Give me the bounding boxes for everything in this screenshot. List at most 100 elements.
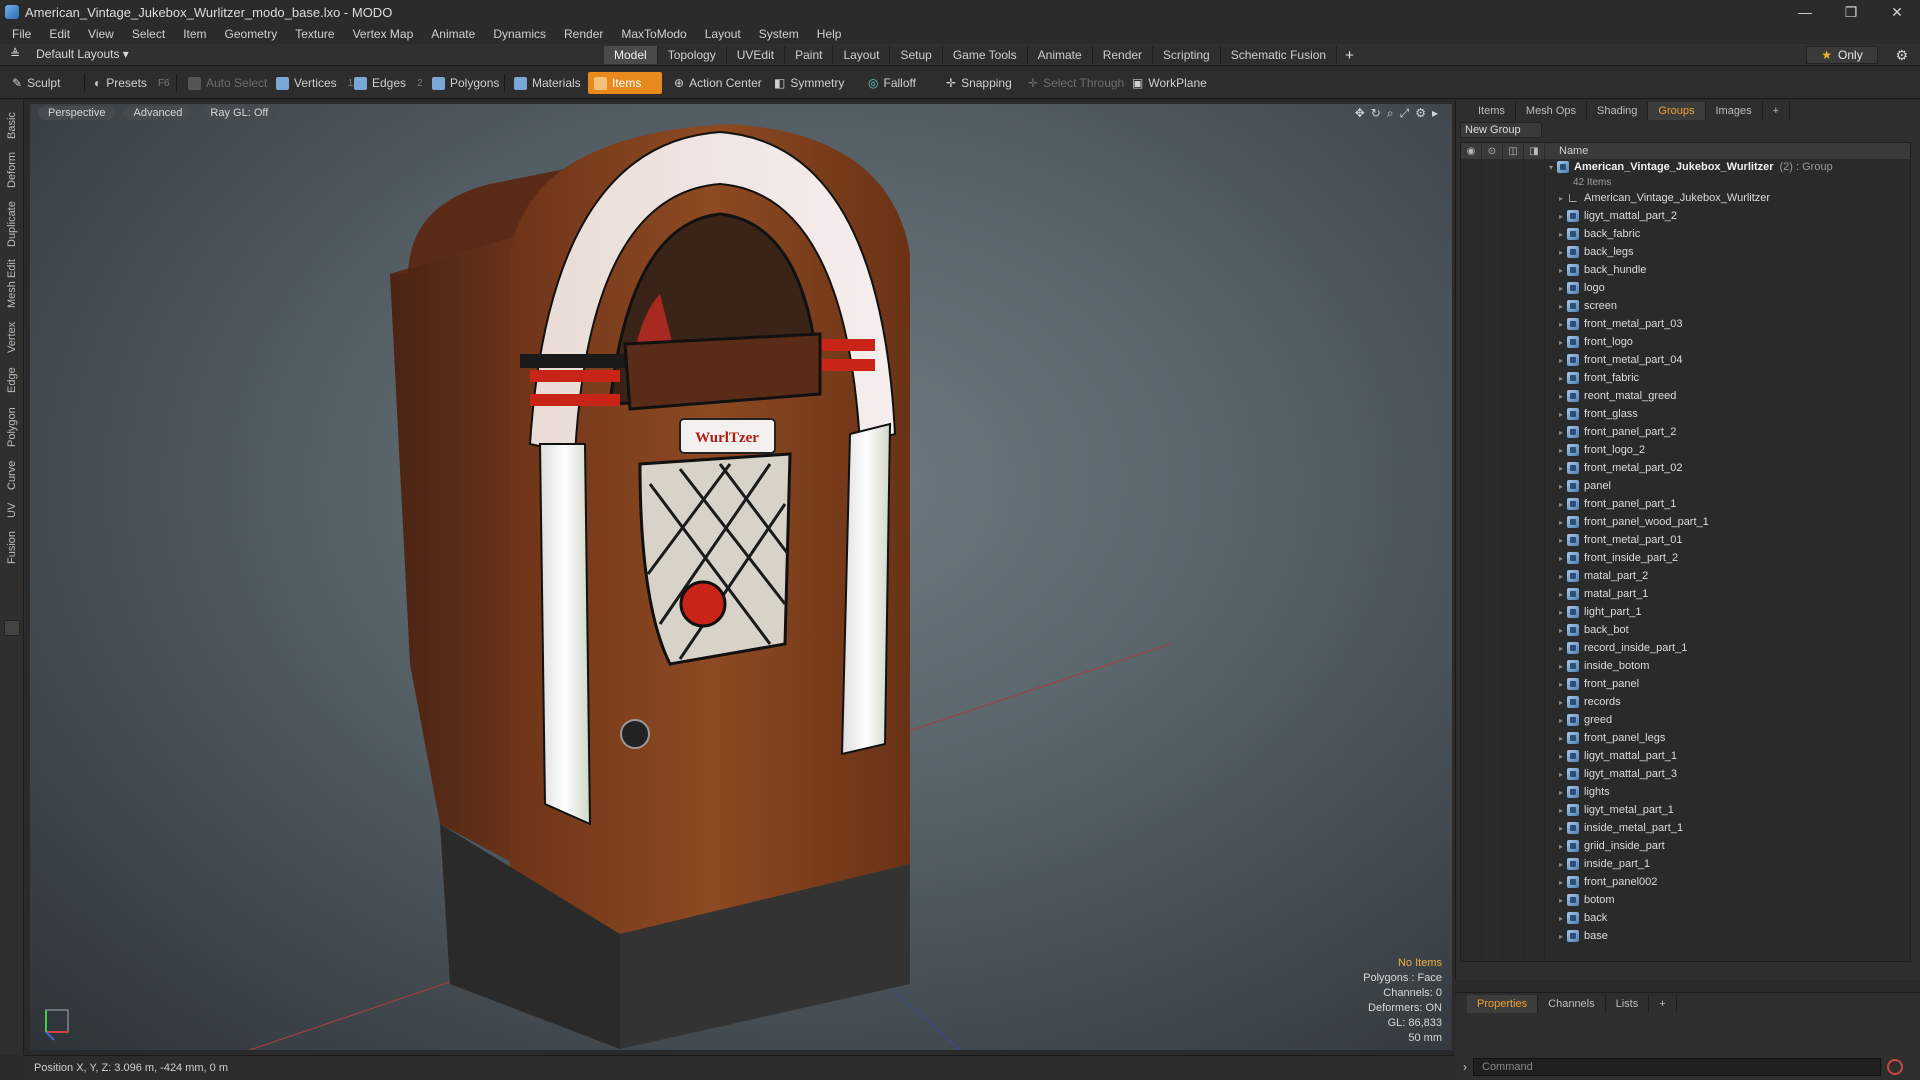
menu-help[interactable]: Help (817, 27, 852, 41)
expand-arrow-icon[interactable]: ▸ (1555, 824, 1567, 833)
list-item[interactable]: ▸ ligyt_mattal_part_2 (1545, 207, 1905, 225)
list-item[interactable]: ▸ ligyt_mattal_part_3 (1545, 765, 1905, 783)
expand-arrow-icon[interactable]: ▸ (1555, 536, 1567, 545)
list-item[interactable]: ▸ ligyt_metal_part_1 (1545, 801, 1905, 819)
add-properties-tab-icon[interactable]: + (1649, 995, 1677, 1013)
add-panel-tab-icon[interactable]: + (1763, 102, 1791, 120)
left-tab-uv[interactable]: UV (2, 498, 22, 522)
expand-arrow-icon[interactable]: ▸ (1555, 878, 1567, 887)
expand-arrow-icon[interactable]: ▸ (1555, 248, 1567, 257)
collapse-icon[interactable]: ≜ (10, 47, 20, 61)
menu-system[interactable]: System (759, 27, 809, 41)
vertices-button[interactable]: Vertices 1 (270, 72, 359, 94)
list-item[interactable]: ▸ matal_part_1 (1545, 585, 1905, 603)
left-tab-fusion[interactable]: Fusion (2, 526, 22, 568)
menu-file[interactable]: File (12, 27, 41, 41)
expand-arrow-icon[interactable]: ▸ (1555, 338, 1567, 347)
maximize-button[interactable]: ❐ (1828, 0, 1874, 24)
expand-arrow-icon[interactable]: ▸ (1555, 914, 1567, 923)
list-item[interactable]: ▸ griid_inside_part (1545, 837, 1905, 855)
list-item[interactable]: ▸ front_metal_part_01 (1545, 531, 1905, 549)
command-stop-icon[interactable] (1887, 1059, 1903, 1075)
expand-arrow-icon[interactable]: ▸ (1555, 788, 1567, 797)
expand-arrow-icon[interactable]: ▸ (1555, 446, 1567, 455)
list-item[interactable]: ▸ front_fabric (1545, 369, 1905, 387)
list-item[interactable]: ▸ front_panel (1545, 675, 1905, 693)
list-item[interactable]: ▸ American_Vintage_Jukebox_Wurlitzer (1545, 189, 1905, 207)
viewport-expand-icon[interactable]: ▸ (1432, 106, 1438, 121)
left-tab-deform[interactable]: Deform (2, 148, 22, 192)
expand-arrow-icon[interactable]: ▾ (1545, 163, 1557, 172)
expand-arrow-icon[interactable]: ▸ (1555, 482, 1567, 491)
list-item[interactable]: ▸ front_panel002 (1545, 873, 1905, 891)
new-group-button[interactable]: New Group (1460, 122, 1542, 138)
expand-arrow-icon[interactable]: ▸ (1555, 734, 1567, 743)
expand-arrow-icon[interactable]: ▸ (1555, 500, 1567, 509)
expand-arrow-icon[interactable]: ▸ (1555, 860, 1567, 869)
workplane-button[interactable]: ▣ WorkPlane (1126, 72, 1213, 94)
left-tab-basic[interactable]: Basic (2, 106, 22, 146)
expand-arrow-icon[interactable]: ▸ (1555, 518, 1567, 527)
raygl-button[interactable]: Ray GL: Off (200, 106, 279, 120)
list-item[interactable]: ▸ front_panel_part_2 (1545, 423, 1905, 441)
list-item[interactable]: ▸ back_fabric (1545, 225, 1905, 243)
list-item[interactable]: ▸ front_metal_part_03 (1545, 315, 1905, 333)
items-button[interactable]: Items (588, 72, 662, 94)
falloff-button[interactable]: ◎ Falloff (862, 72, 922, 94)
left-tab-polygon[interactable]: Polygon (2, 402, 22, 452)
list-item[interactable]: ▸ record_inside_part_1 (1545, 639, 1905, 657)
expand-arrow-icon[interactable]: ▸ (1555, 806, 1567, 815)
list-item[interactable]: ▸ front_logo (1545, 333, 1905, 351)
expand-arrow-icon[interactable]: ▸ (1555, 842, 1567, 851)
expand-arrow-icon[interactable]: ▸ (1555, 392, 1567, 401)
list-item[interactable]: ▸ front_panel_wood_part_1 (1545, 513, 1905, 531)
expand-arrow-icon[interactable]: ▸ (1555, 230, 1567, 239)
render-column-icon[interactable]: ◫ (1503, 143, 1524, 159)
list-item[interactable]: ▸ ligyt_mattal_part_1 (1545, 747, 1905, 765)
lock-column-icon[interactable]: ⊙ (1482, 143, 1503, 159)
tab-properties[interactable]: Properties (1467, 995, 1539, 1013)
expand-arrow-icon[interactable]: ▸ (1555, 680, 1567, 689)
fit-icon[interactable]: ⤢ (1400, 106, 1410, 121)
expand-arrow-icon[interactable]: ▸ (1555, 572, 1567, 581)
expand-arrow-icon[interactable]: ▸ (1555, 374, 1567, 383)
list-item[interactable]: ▸ base (1545, 927, 1905, 945)
auto-select-button[interactable]: Auto Select (182, 72, 273, 94)
expand-arrow-icon[interactable]: ▸ (1555, 266, 1567, 275)
list-item[interactable]: ▸ back_bot (1545, 621, 1905, 639)
tab-schematic-fusion[interactable]: Schematic Fusion (1220, 46, 1338, 64)
only-button[interactable]: ★ Only (1806, 46, 1878, 64)
tab-scripting[interactable]: Scripting (1153, 46, 1221, 64)
close-button[interactable]: ✕ (1874, 0, 1920, 24)
menu-layout[interactable]: Layout (705, 27, 751, 41)
left-tab-edge[interactable]: Edge (2, 362, 22, 398)
view-perspective-button[interactable]: Perspective (38, 106, 116, 120)
tab-images[interactable]: Images (1706, 102, 1763, 120)
list-item[interactable]: ▸ back_legs (1545, 243, 1905, 261)
materials-button[interactable]: Materials (508, 72, 587, 94)
tab-lists[interactable]: Lists (1606, 995, 1650, 1013)
left-tab-vertex[interactable]: Vertex (2, 316, 22, 358)
menu-edit[interactable]: Edit (49, 27, 80, 41)
expand-arrow-icon[interactable]: ▸ (1555, 320, 1567, 329)
expand-arrow-icon[interactable]: ▸ (1555, 284, 1567, 293)
tab-paint[interactable]: Paint (785, 46, 834, 64)
list-item[interactable]: ▸ front_glass (1545, 405, 1905, 423)
symmetry-button[interactable]: ◧ Symmetry (768, 72, 850, 94)
tab-items[interactable]: Items (1468, 102, 1516, 120)
tab-channels[interactable]: Channels (1538, 995, 1606, 1013)
expand-arrow-icon[interactable]: ▸ (1555, 896, 1567, 905)
list-item[interactable]: ▸ front_metal_part_02 (1545, 459, 1905, 477)
visibility-column-icon[interactable]: ◉ (1461, 143, 1482, 159)
polygons-button[interactable]: Polygons (426, 72, 505, 94)
list-item[interactable]: ▸ front_logo_2 (1545, 441, 1905, 459)
left-panel-toggle[interactable] (4, 620, 20, 636)
pan-icon[interactable]: ✥ (1355, 106, 1365, 121)
expand-arrow-icon[interactable]: ▸ (1555, 626, 1567, 635)
presets-button[interactable]: ◐ Presets F6 (88, 72, 176, 94)
expand-arrow-icon[interactable]: ▸ (1555, 212, 1567, 221)
list-item[interactable]: ▸ matal_part_2 (1545, 567, 1905, 585)
menu-texture[interactable]: Texture (295, 27, 344, 41)
sculpt-button[interactable]: ✎ Sculpt (6, 72, 66, 94)
menu-maxtomodo[interactable]: MaxToModo (621, 27, 696, 41)
